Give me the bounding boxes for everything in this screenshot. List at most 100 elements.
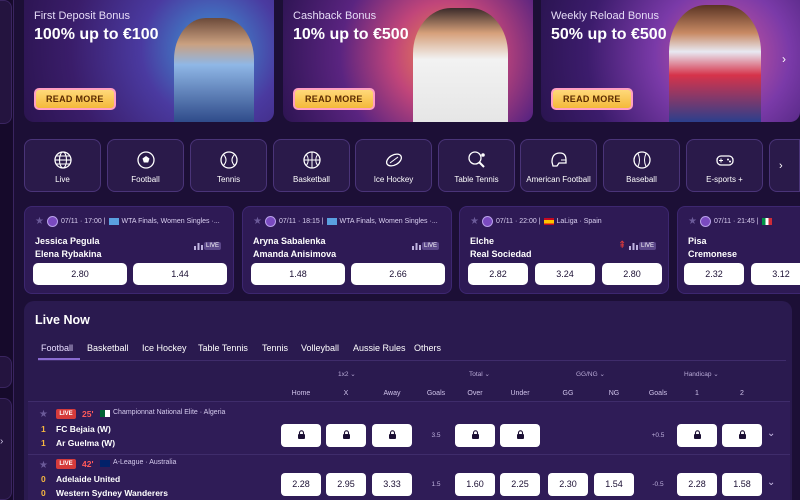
tab-volleyball[interactable]: Volleyball	[301, 343, 339, 353]
sport-tab-esports[interactable]: E-sports +	[686, 139, 763, 192]
promo-banner-weekly-reload[interactable]: Weekly Reload Bonus 50% up to €500 READ …	[541, 0, 800, 122]
col-header-draw: X	[343, 390, 349, 397]
sidebar-expand-icon[interactable]: ›	[0, 434, 8, 450]
sports-next-icon[interactable]: ›	[769, 139, 800, 192]
sport-label: American Football	[526, 175, 591, 184]
odds-cell-over[interactable]: 1.60	[455, 473, 495, 496]
col-header-handicap-2: 2	[740, 390, 744, 397]
footballer-image	[669, 5, 761, 122]
algeria-flag-icon	[100, 410, 110, 417]
banner-title: First Deposit Bonus	[34, 10, 130, 22]
favorite-star-icon[interactable]: ★	[688, 217, 697, 227]
stats-icon[interactable]	[194, 242, 203, 250]
stats-icon[interactable]	[629, 242, 638, 250]
read-more-button[interactable]: READ MORE	[293, 88, 375, 110]
sport-tab-tennis[interactable]: Tennis	[190, 139, 267, 192]
favorite-star-icon[interactable]: ★	[470, 217, 479, 227]
market-dropdown-handicap[interactable]: Handicap ⌄	[684, 370, 719, 378]
sport-label: Football	[131, 175, 160, 184]
sport-tab-table-tennis[interactable]: Table Tennis	[438, 139, 515, 192]
match-datetime: 07/11 · 18:15 |	[279, 218, 324, 225]
read-more-button[interactable]: READ MORE	[551, 88, 633, 110]
market-dropdown-1x2[interactable]: 1x2 ⌄	[338, 370, 356, 378]
match-card[interactable]: ★ 07/11 · 21:45 | Pisa Cremonese 2.32 3.1…	[677, 206, 800, 294]
read-more-button[interactable]: READ MORE	[34, 88, 116, 110]
tab-others[interactable]: Others	[414, 343, 441, 353]
odds-cell-ng[interactable]: 1.54	[594, 473, 634, 496]
team-home: Pisa	[688, 236, 707, 246]
expand-chevron-icon[interactable]: ⌄	[767, 428, 775, 439]
match-league: A-League · Australia	[113, 459, 177, 466]
left-sidebar-edge	[0, 0, 14, 500]
col-header-goals: Goals	[426, 390, 446, 397]
match-card[interactable]: ★ 07/11 · 18:15 | WTA Finals, Women Single…	[242, 206, 452, 294]
favorite-star-icon[interactable]: ★	[39, 410, 48, 420]
col-header-handicap-goals: Goals	[648, 390, 668, 397]
lock-icon	[388, 430, 396, 439]
tab-football[interactable]: Football	[41, 343, 73, 353]
team-home: Aryna Sabalenka	[253, 236, 326, 246]
odds-cell-locked	[455, 424, 495, 447]
match-minute: 25'	[82, 409, 94, 419]
col-header-under: Under	[510, 390, 530, 397]
odds-button[interactable]: 1.48	[251, 263, 345, 285]
odds-cell-home[interactable]: 2.28	[281, 473, 321, 496]
favorite-star-icon[interactable]: ★	[253, 217, 262, 227]
sidebar-collapsed-item[interactable]	[0, 356, 12, 388]
banner-offer: 100% up to €100	[34, 26, 159, 43]
odds-button[interactable]: 2.32	[684, 263, 744, 285]
lineup-icon[interactable]: ⇞	[618, 240, 626, 252]
favorite-star-icon[interactable]: ★	[39, 461, 48, 471]
favorite-star-icon[interactable]: ★	[35, 217, 44, 227]
tab-table-tennis[interactable]: Table Tennis	[198, 343, 248, 353]
odds-button[interactable]: 2.80	[602, 263, 662, 285]
odds-cell-draw[interactable]: 2.95	[326, 473, 366, 496]
odds-button[interactable]: 2.66	[351, 263, 445, 285]
stats-icon[interactable]	[412, 242, 421, 250]
odds-cell-under[interactable]: 2.25	[500, 473, 540, 496]
sport-tab-football[interactable]: Football	[107, 139, 184, 192]
odds-cell-away[interactable]: 3.33	[372, 473, 412, 496]
odds-button[interactable]: 2.80	[33, 263, 127, 285]
odds-cell-locked	[677, 424, 717, 447]
tennis-ball-icon	[265, 216, 276, 227]
expand-chevron-icon[interactable]: ⌄	[767, 477, 775, 488]
sport-label: Ice Hockey	[373, 175, 414, 184]
sport-tab-baseball[interactable]: Baseball	[603, 139, 680, 192]
odds-cell-locked	[500, 424, 540, 447]
banner-offer: 50% up to €500	[551, 26, 667, 43]
banner-next-icon[interactable]: ›	[782, 52, 786, 66]
match-card[interactable]: ★ 07/11 · 17:00 | WTA Finals, Women Single…	[24, 206, 234, 294]
market-dropdown-total[interactable]: Total ⌄	[469, 370, 490, 378]
banner-title: Cashback Bonus	[293, 10, 377, 22]
match-card[interactable]: ★ 07/11 · 22:00 | LaLiga · Spain Elche Rea…	[459, 206, 669, 294]
sport-tab-basketball[interactable]: Basketball	[273, 139, 350, 192]
odds-button[interactable]: 3.24	[535, 263, 595, 285]
sport-tab-ice-hockey[interactable]: Ice Hockey	[355, 139, 432, 192]
odds-button[interactable]: 3.12	[751, 263, 800, 285]
tab-tennis[interactable]: Tennis	[262, 343, 288, 353]
sidebar-collapsed-panel[interactable]	[0, 0, 12, 124]
live-badge: LIVE	[421, 242, 439, 250]
promo-banner-first-deposit[interactable]: First Deposit Bonus 100% up to €100 READ…	[24, 0, 274, 122]
sport-tab-american-football[interactable]: American Football	[520, 139, 597, 192]
odds-cell-gg[interactable]: 2.30	[548, 473, 588, 496]
australia-flag-icon	[100, 460, 110, 467]
sport-tab-live[interactable]: Live	[24, 139, 101, 192]
tab-basketball[interactable]: Basketball	[87, 343, 129, 353]
promo-banner-cashback[interactable]: Cashback Bonus 10% up to €500 READ MORE	[283, 0, 533, 122]
odds-cell-handicap-2[interactable]: 1.58	[722, 473, 762, 496]
total-goals-line: 3.5	[431, 432, 441, 439]
market-dropdown-ggng[interactable]: GG/NG ⌄	[576, 370, 605, 378]
col-header-over: Over	[467, 390, 483, 397]
tab-ice-hockey[interactable]: Ice Hockey	[142, 343, 187, 353]
tab-aussie-rules[interactable]: Aussie Rules	[353, 343, 406, 353]
odds-button[interactable]: 1.44	[133, 263, 227, 285]
odds-cell-handicap-1[interactable]: 2.28	[677, 473, 717, 496]
odds-button[interactable]: 2.82	[468, 263, 528, 285]
sport-label: E-sports +	[706, 175, 743, 184]
gamepad-icon	[715, 155, 734, 166]
live-badge: LIVE	[56, 459, 76, 469]
home-score: 1	[41, 424, 46, 434]
handicap-line: -0.5	[652, 481, 664, 488]
